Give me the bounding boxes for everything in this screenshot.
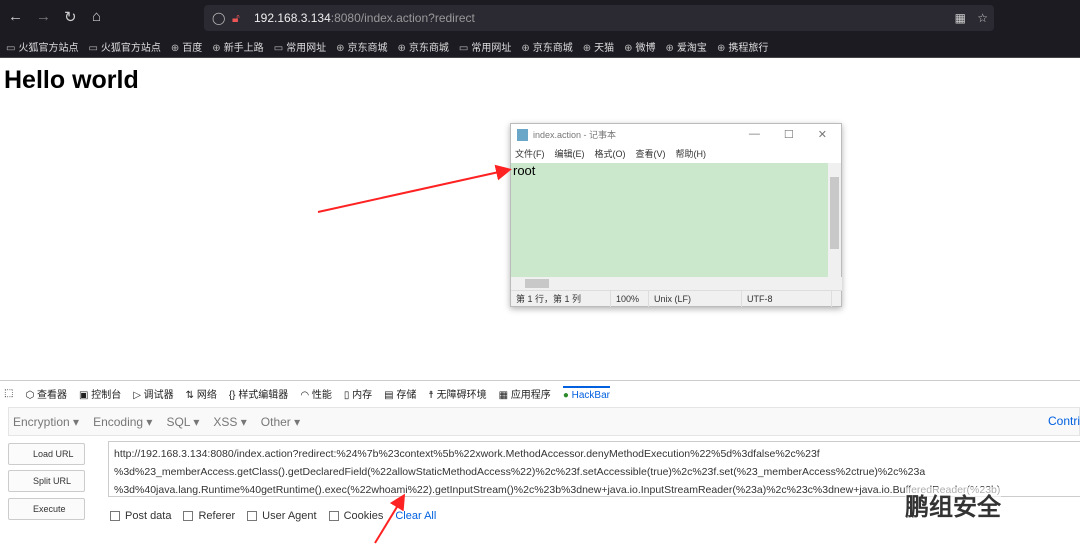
arrow-to-command [374, 493, 406, 544]
arrow-to-output [317, 164, 512, 213]
annotation-arrows [317, 164, 512, 544]
